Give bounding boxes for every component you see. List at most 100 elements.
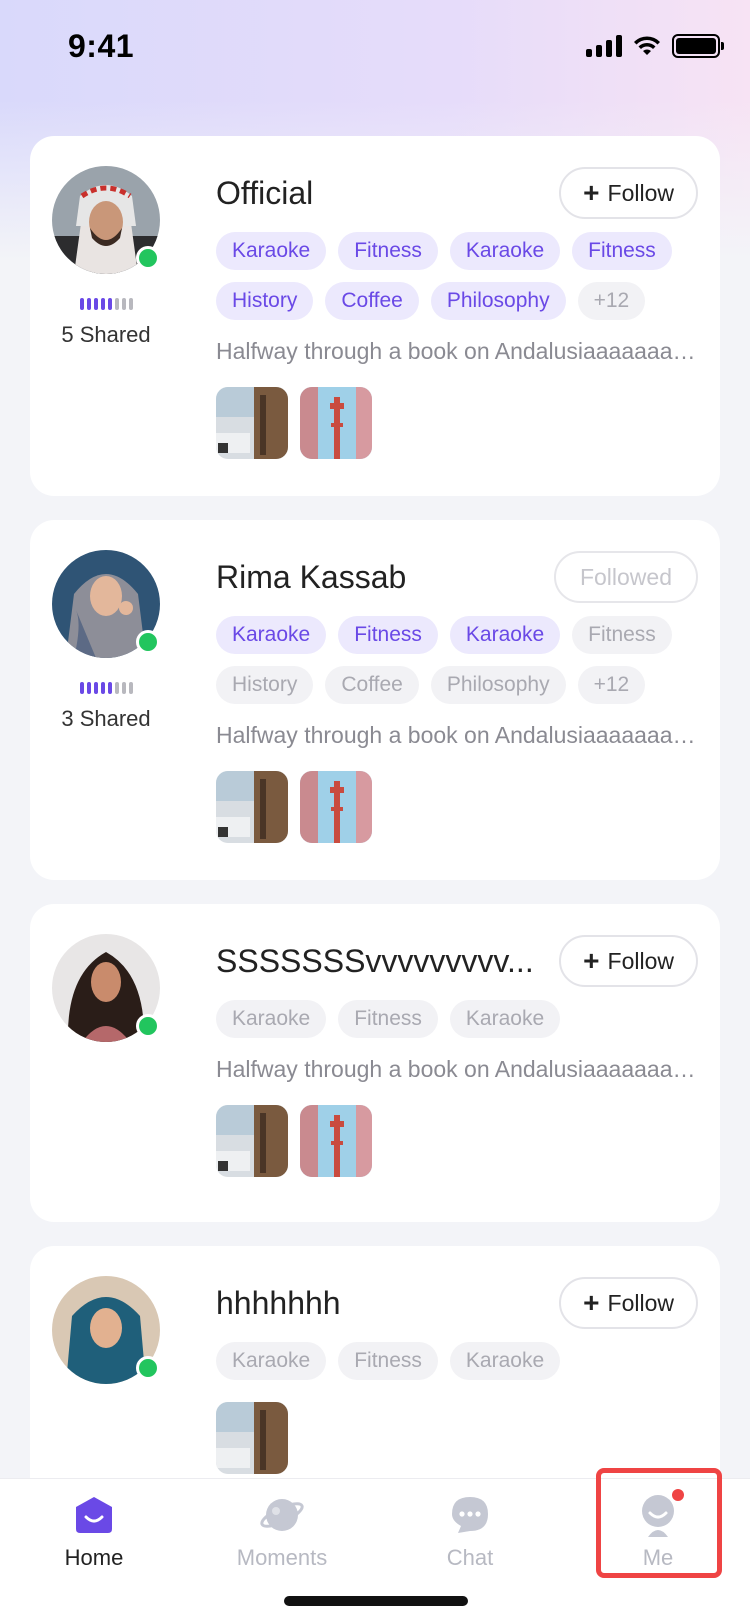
photo-strip	[216, 387, 698, 459]
follow-label: Followed	[579, 563, 672, 590]
plus-icon: +	[583, 945, 600, 976]
interest-tag[interactable]: History	[216, 666, 314, 704]
user-bio: Halfway through a book on Andalusiaaaaaa…	[216, 1056, 706, 1082]
status-time: 9:41	[68, 28, 135, 64]
interest-tag[interactable]: History	[216, 282, 314, 320]
shared-level-bar	[93, 682, 98, 694]
online-status-dot	[136, 630, 160, 654]
shared-level-bar	[121, 298, 126, 310]
more-tags-count[interactable]: +12	[577, 282, 646, 320]
tab-home-label: Home	[64, 1545, 124, 1570]
photo-thumbnail[interactable]	[300, 387, 372, 459]
photo-thumbnail[interactable]	[216, 1105, 288, 1177]
photo-strip	[216, 771, 698, 843]
photo-thumbnail[interactable]	[216, 387, 288, 459]
signal-icon	[586, 35, 622, 57]
avatar-column: 5 Shared	[52, 166, 160, 348]
follow-button[interactable]: + Follow	[559, 1277, 698, 1329]
shared-level-bar	[114, 298, 119, 310]
status-icons	[586, 34, 724, 58]
shared-level-bar	[114, 682, 119, 694]
user-card[interactable]: 5 Shared Official + Follow Karaoke Fitne…	[30, 136, 720, 496]
interest-tag[interactable]: Karaoke	[216, 1000, 327, 1038]
interest-tag[interactable]: Coffee	[325, 282, 419, 320]
follow-label: Follow	[607, 179, 674, 206]
tab-moments-label: Moments	[236, 1545, 328, 1570]
user-name[interactable]: Official	[216, 175, 313, 212]
shared-level-bar	[128, 298, 133, 310]
interest-tag[interactable]: Karaoke	[449, 616, 561, 654]
follow-button[interactable]: + Follow	[559, 935, 698, 987]
shared-level-bar	[86, 682, 91, 694]
photo-thumbnail[interactable]	[216, 771, 288, 843]
interest-tag[interactable]: Karaoke	[216, 616, 327, 654]
battery-icon	[672, 34, 724, 58]
tab-home[interactable]: Home	[0, 1479, 188, 1589]
shared-level-bar	[79, 298, 84, 310]
home-icon	[72, 1493, 116, 1537]
interest-tag[interactable]: Philosophy	[430, 666, 566, 704]
interest-tags: Karaoke Fitness Karaoke Fitness History …	[216, 616, 706, 704]
user-name[interactable]: hhhhhhh	[216, 1285, 341, 1322]
interest-tag[interactable]: Fitness	[572, 232, 672, 270]
interest-tag[interactable]: Karaoke	[216, 1342, 327, 1380]
photo-strip	[216, 1105, 698, 1177]
tab-chat[interactable]: Chat	[376, 1479, 564, 1589]
shared-level-bar	[93, 298, 98, 310]
interest-tag[interactable]: Fitness	[338, 1000, 438, 1038]
tab-chat-label: Chat	[446, 1545, 494, 1570]
interest-tag[interactable]: Coffee	[325, 666, 419, 704]
user-bio: Halfway through a book on Andalusiaaaaaa…	[216, 722, 706, 748]
status-bar: 9:41	[0, 0, 750, 90]
avatar-column: 3 Shared	[52, 550, 160, 732]
plus-icon: +	[583, 1287, 600, 1318]
avatar[interactable]	[52, 550, 160, 658]
more-tags-count[interactable]: +12	[577, 666, 646, 704]
wifi-icon	[634, 36, 660, 55]
photo-strip	[216, 1402, 698, 1474]
user-feed: 5 Shared Official + Follow Karaoke Fitne…	[30, 136, 720, 1560]
follow-button[interactable]: + Follow	[559, 167, 698, 219]
photo-thumbnail[interactable]	[300, 1105, 372, 1177]
user-name[interactable]: SSSSSSSvvvvvvvvv...	[216, 943, 534, 980]
home-indicator[interactable]	[284, 1596, 468, 1606]
interest-tag[interactable]: Karaoke	[449, 1342, 561, 1380]
me-tab-highlight	[596, 1468, 722, 1578]
avatar-column	[52, 934, 160, 1042]
shared-level-bar	[100, 298, 105, 310]
shared-level-bar	[121, 682, 126, 694]
photo-thumbnail[interactable]	[300, 771, 372, 843]
followed-button[interactable]: Followed	[553, 551, 698, 603]
photo-thumbnail[interactable]	[216, 1402, 288, 1474]
avatar-column	[52, 1276, 160, 1384]
planet-icon	[260, 1493, 304, 1537]
shared-level-bar	[86, 298, 91, 310]
interest-tag[interactable]: Karaoke	[216, 232, 327, 270]
interest-tag[interactable]: Fitness	[338, 616, 438, 654]
avatar[interactable]	[52, 1276, 160, 1384]
follow-label: Follow	[607, 1289, 674, 1316]
shared-level-bar	[128, 682, 133, 694]
user-bio: Halfway through a book on Andalusiaaaaaa…	[216, 338, 706, 364]
shared-level-bars	[52, 298, 160, 310]
tab-moments[interactable]: Moments	[188, 1479, 376, 1589]
online-status-dot	[136, 246, 160, 270]
interest-tags: Karaoke Fitness Karaoke	[216, 1000, 706, 1038]
interest-tag[interactable]: Karaoke	[449, 1000, 561, 1038]
interest-tag[interactable]: Fitness	[338, 1342, 438, 1380]
interest-tags: Karaoke Fitness Karaoke	[216, 1342, 706, 1380]
interest-tag[interactable]: Philosophy	[430, 282, 566, 320]
chat-bubble-icon	[448, 1493, 492, 1537]
avatar[interactable]	[52, 934, 160, 1042]
interest-tag[interactable]: Fitness	[572, 616, 672, 654]
interest-tag[interactable]: Karaoke	[449, 232, 561, 270]
interest-tag[interactable]: Fitness	[338, 232, 438, 270]
avatar[interactable]	[52, 166, 160, 274]
user-card[interactable]: 3 Shared Rima Kassab Followed Karaoke Fi…	[30, 520, 720, 880]
online-status-dot	[136, 1356, 160, 1380]
shared-count: 3 Shared	[61, 706, 151, 731]
user-name[interactable]: Rima Kassab	[216, 559, 406, 596]
user-card[interactable]: SSSSSSSvvvvvvvvv... + Follow Karaoke Fit…	[30, 904, 720, 1222]
interest-tags: Karaoke Fitness Karaoke Fitness History …	[216, 232, 706, 320]
shared-level-bars	[52, 682, 160, 694]
